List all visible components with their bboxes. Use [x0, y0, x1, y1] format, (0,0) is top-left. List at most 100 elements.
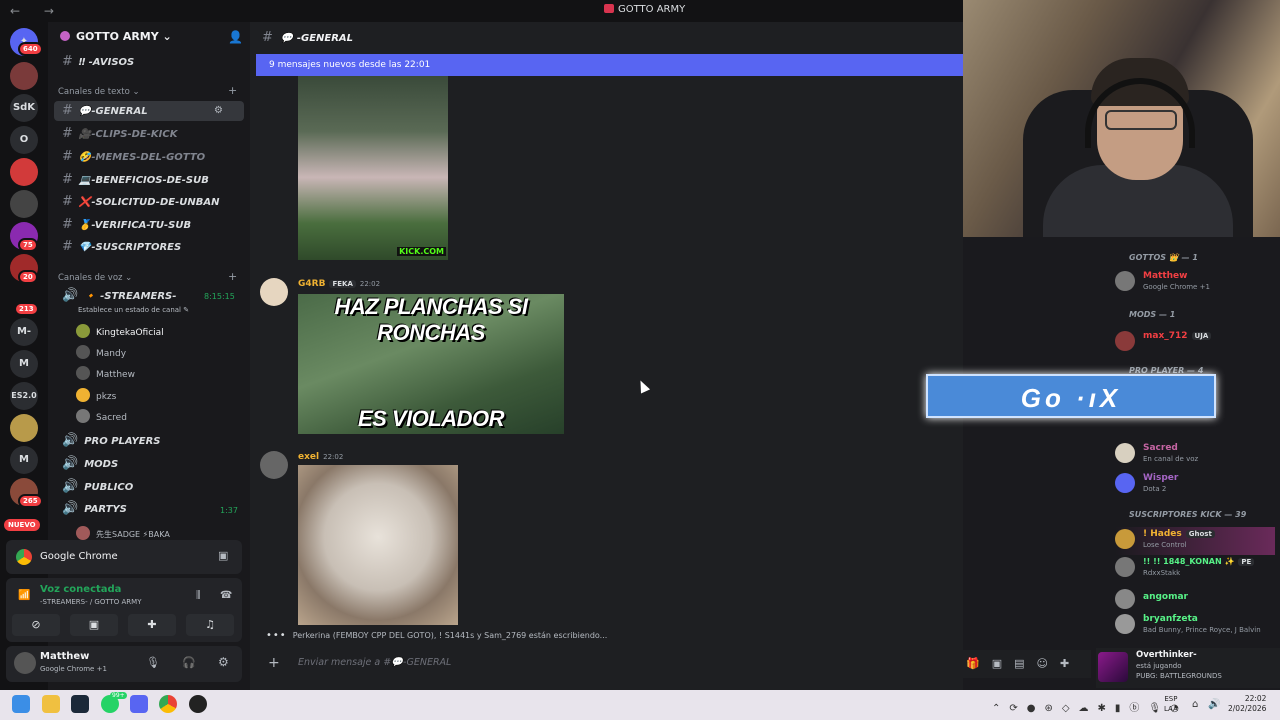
channel-general[interactable]: # 💬-GENERAL ⚙: [54, 101, 244, 121]
voice-channel-path[interactable]: -STREAMERS- / GOTTO ARMY: [40, 598, 142, 606]
voice-user[interactable]: Mandy: [76, 345, 126, 359]
clock[interactable]: 22:02 2/02/2026: [1228, 694, 1266, 714]
member-item[interactable]: !! !! 1848_KONAN ✨ PE RdxxStakk: [1115, 555, 1275, 583]
camera-button[interactable]: ⊘: [12, 614, 60, 636]
voice-user[interactable]: Matthew: [76, 366, 135, 380]
avatar[interactable]: [14, 652, 36, 674]
voice-user[interactable]: KingtekaOficial: [76, 324, 164, 338]
voice-timer: 8:15:15: [204, 292, 235, 301]
hash-icon: #: [62, 103, 73, 118]
channel-label: -SOLICITUD-DE-UNBAN: [91, 197, 220, 208]
add-channel-icon[interactable]: +: [228, 84, 237, 97]
microphone-icon[interactable]: 🎙: [146, 656, 160, 669]
server-icon[interactable]: M: [10, 446, 38, 474]
guild-header[interactable]: GOTTO ARMY ⌄: [60, 30, 172, 43]
server-icon[interactable]: [10, 414, 38, 442]
member-item[interactable]: max_712 UJA: [1115, 329, 1275, 357]
avatar[interactable]: [260, 451, 288, 479]
server-icon[interactable]: [10, 158, 38, 186]
headphones-icon[interactable]: 🎧: [182, 656, 196, 669]
server-icon[interactable]: SdK: [10, 94, 38, 122]
speaker-icon: 🔊: [62, 456, 79, 471]
member-item[interactable]: bryanfzeta Bad Bunny, Prince Royce, J Bal…: [1115, 612, 1275, 640]
member-item[interactable]: Matthew Google Chrome +1: [1115, 269, 1275, 297]
hash-icon: #: [62, 54, 73, 69]
channel-label: ‼ -AVISOS: [78, 57, 135, 68]
voice-status[interactable]: Voz conectada: [40, 584, 121, 595]
voice-category[interactable]: Canales de voz ⌄ +: [58, 270, 237, 283]
member-item[interactable]: angomar: [1115, 587, 1275, 615]
channel-suscriptores[interactable]: # 💎-SUSCRIPTORES: [54, 237, 244, 257]
chrome-icon[interactable]: [159, 695, 177, 713]
activity-card[interactable]: Overthinker- está jugando PUBG: BATTLEGR…: [1096, 648, 1280, 688]
nav-arrows[interactable]: ← →: [10, 4, 64, 18]
language-text: ESP LAA: [1164, 695, 1178, 713]
voice-channel-pro[interactable]: 🔊 PRO PLAYERS: [54, 431, 244, 451]
soundboard-button[interactable]: ♫: [186, 614, 234, 636]
member-item[interactable]: ! Hades Ghost Lose Control: [1115, 527, 1275, 555]
text-category[interactable]: Canales de texto ⌄ +: [58, 84, 237, 97]
voice-channel-mods[interactable]: 🔊 MODS: [54, 454, 244, 474]
server-icon[interactable]: [10, 190, 38, 218]
message-input[interactable]: Enviar mensaje a #💬-GENERAL: [298, 657, 451, 668]
member-status: Bad Bunny, Prince Royce, J Balvin: [1143, 626, 1261, 634]
message-image[interactable]: KICK.COM: [298, 76, 448, 260]
settings-gear-icon[interactable]: ⚙: [218, 655, 229, 669]
speaker-icon: 🔊: [62, 433, 79, 448]
obs-icon[interactable]: [189, 695, 207, 713]
activities-button[interactable]: ✚: [128, 614, 176, 636]
language-indicator[interactable]: ESP LAA: [1164, 694, 1178, 714]
message-image[interactable]: [298, 465, 458, 625]
new-messages-bar[interactable]: 9 mensajes nuevos desde las 22:01: [256, 54, 963, 76]
server-icon[interactable]: M-: [10, 318, 38, 346]
author-name[interactable]: G4RB: [298, 279, 325, 289]
channel-label: -CLIPS-DE-KICK: [91, 129, 178, 140]
steam-icon[interactable]: [71, 695, 89, 713]
server-icon[interactable]: O: [10, 126, 38, 154]
channel-label: -SUSCRIPTORES: [91, 242, 182, 253]
channel-memes[interactable]: # 🤣-MEMES-DEL-GOTTO: [54, 147, 244, 167]
channel-avisos[interactable]: # ‼ -AVISOS: [54, 52, 244, 72]
screen-share-icon[interactable]: ▣: [218, 549, 228, 562]
avatar[interactable]: [260, 278, 288, 306]
invite-icon[interactable]: 👤: [228, 30, 243, 44]
channel-unban[interactable]: # ❌-SOLICITUD-DE-UNBAN: [54, 192, 244, 212]
voice-user[interactable]: 先生SADGE ⚡BAKA: [76, 526, 170, 540]
add-channel-icon[interactable]: +: [228, 270, 237, 283]
share-screen-button[interactable]: ▣: [70, 614, 118, 636]
network-icon[interactable]: ⌂: [1192, 699, 1198, 710]
hash-icon: #: [62, 126, 73, 141]
channel-beneficios[interactable]: # 💻-BENEFICIOS-DE-SUB: [54, 170, 244, 190]
voice-channel-publico[interactable]: 🔊 PUBLICO: [54, 477, 244, 497]
avatar: [1115, 589, 1135, 609]
settings-gear-icon[interactable]: ⚙: [214, 101, 223, 121]
avatar: [76, 526, 90, 540]
voice-user[interactable]: pkzs: [76, 388, 116, 402]
channel-clips[interactable]: # 🎥-CLIPS-DE-KICK: [54, 124, 244, 144]
voice-user-name: Sacred: [96, 413, 127, 423]
channel-verifica[interactable]: # 🥇-VERIFICA-TU-SUB: [54, 215, 244, 235]
member-item[interactable]: Wisper Dota 2: [1115, 471, 1275, 499]
windows-start-icon[interactable]: [12, 695, 30, 713]
channel-status[interactable]: Establece un estado de canal ✎: [78, 306, 189, 314]
system-tray-icons[interactable]: ⌃⟳●⊛◇☁✱▮ⓑ🎙◔: [992, 699, 1188, 714]
whatsapp-badge: 99+: [110, 692, 127, 699]
file-explorer-icon[interactable]: [42, 695, 60, 713]
voice-user[interactable]: Sacred: [76, 409, 127, 423]
volume-icon[interactable]: 🔊: [1208, 699, 1220, 710]
discord-icon[interactable]: [130, 695, 148, 713]
input-toolbar-icons[interactable]: 🎁▣▤☺✚: [966, 657, 1081, 670]
message-image[interactable]: HAZ PLANCHAS SI RONCHAS ES VIOLADOR: [298, 294, 564, 434]
server-icon[interactable]: M: [10, 350, 38, 378]
member-item[interactable]: Sacred En canal de voz: [1115, 441, 1275, 469]
noise-icon[interactable]: ⫼: [196, 590, 201, 601]
disconnect-icon[interactable]: ☎: [220, 590, 232, 601]
channel-emoji: 🤣: [78, 152, 92, 163]
add-attachment-icon[interactable]: +: [268, 655, 280, 671]
app-share-panel[interactable]: Google Chrome ▣: [6, 540, 242, 574]
author-name[interactable]: exel: [298, 452, 319, 462]
voice-channel-partys[interactable]: 🔊 PARTYS: [54, 499, 244, 519]
new-badge: NUEVO: [4, 519, 40, 531]
server-icon[interactable]: [10, 62, 38, 90]
server-icon[interactable]: ES2.0: [10, 382, 38, 410]
